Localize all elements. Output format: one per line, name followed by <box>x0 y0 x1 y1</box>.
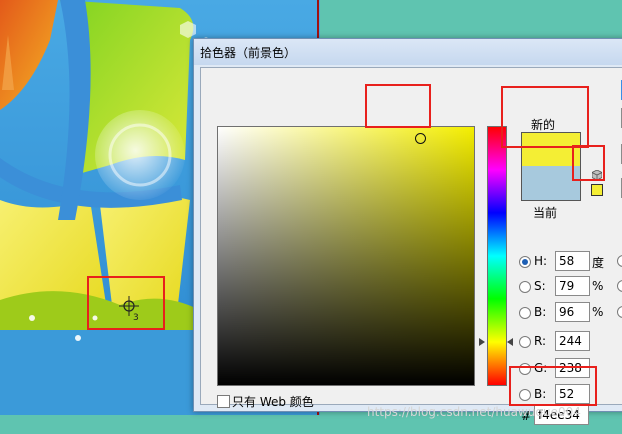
annotation-sampler-box <box>87 276 165 330</box>
annotation-hex-box <box>509 366 597 406</box>
saturation-brightness-field[interactable] <box>217 126 475 386</box>
web-safe-color-swatch[interactable] <box>591 184 603 196</box>
brightness-input[interactable]: 96 <box>555 302 590 322</box>
title-bar[interactable]: 拾色器（前景色） <box>194 39 622 65</box>
red-input[interactable]: 244 <box>555 331 590 351</box>
color-picker-circle[interactable] <box>415 133 426 144</box>
annotation-web-safe-box <box>572 145 605 181</box>
hue-unit: 度 <box>592 256 605 270</box>
field-label-brightness: B: <box>534 305 547 319</box>
field-label-s: S: <box>534 279 546 293</box>
saturation-input[interactable]: 79 <box>555 276 590 296</box>
radio-lab-a[interactable] <box>617 280 622 292</box>
radio-s[interactable] <box>519 281 531 293</box>
field-label-h: H: <box>534 254 548 268</box>
field-label-r: R: <box>534 334 547 348</box>
radio-lab-b[interactable] <box>617 306 622 318</box>
annotation-new-swatch-box <box>501 86 589 148</box>
hue-slider[interactable] <box>487 126 507 386</box>
web-colors-only-label: 只有 Web 颜色 <box>232 395 314 409</box>
brightness-unit: % <box>592 305 604 319</box>
radio-h[interactable] <box>519 256 531 268</box>
saturation-unit: % <box>592 279 604 293</box>
annotation-picker-circle-box <box>365 84 431 128</box>
hue-slider-left-arrow-icon[interactable] <box>479 338 485 346</box>
dialog-title: 拾色器（前景色） <box>200 46 297 60</box>
radio-lab-l[interactable] <box>617 255 622 267</box>
radio-r[interactable] <box>519 336 531 348</box>
watermark: https://blog.csdn.net/huawuque004 <box>367 405 581 419</box>
current-color-label: 当前 <box>533 206 558 220</box>
hue-slider-right-arrow-icon[interactable] <box>507 338 513 346</box>
hue-input[interactable]: 58 <box>555 251 590 271</box>
web-colors-only-checkbox[interactable] <box>217 395 230 408</box>
radio-brightness[interactable] <box>519 307 531 319</box>
